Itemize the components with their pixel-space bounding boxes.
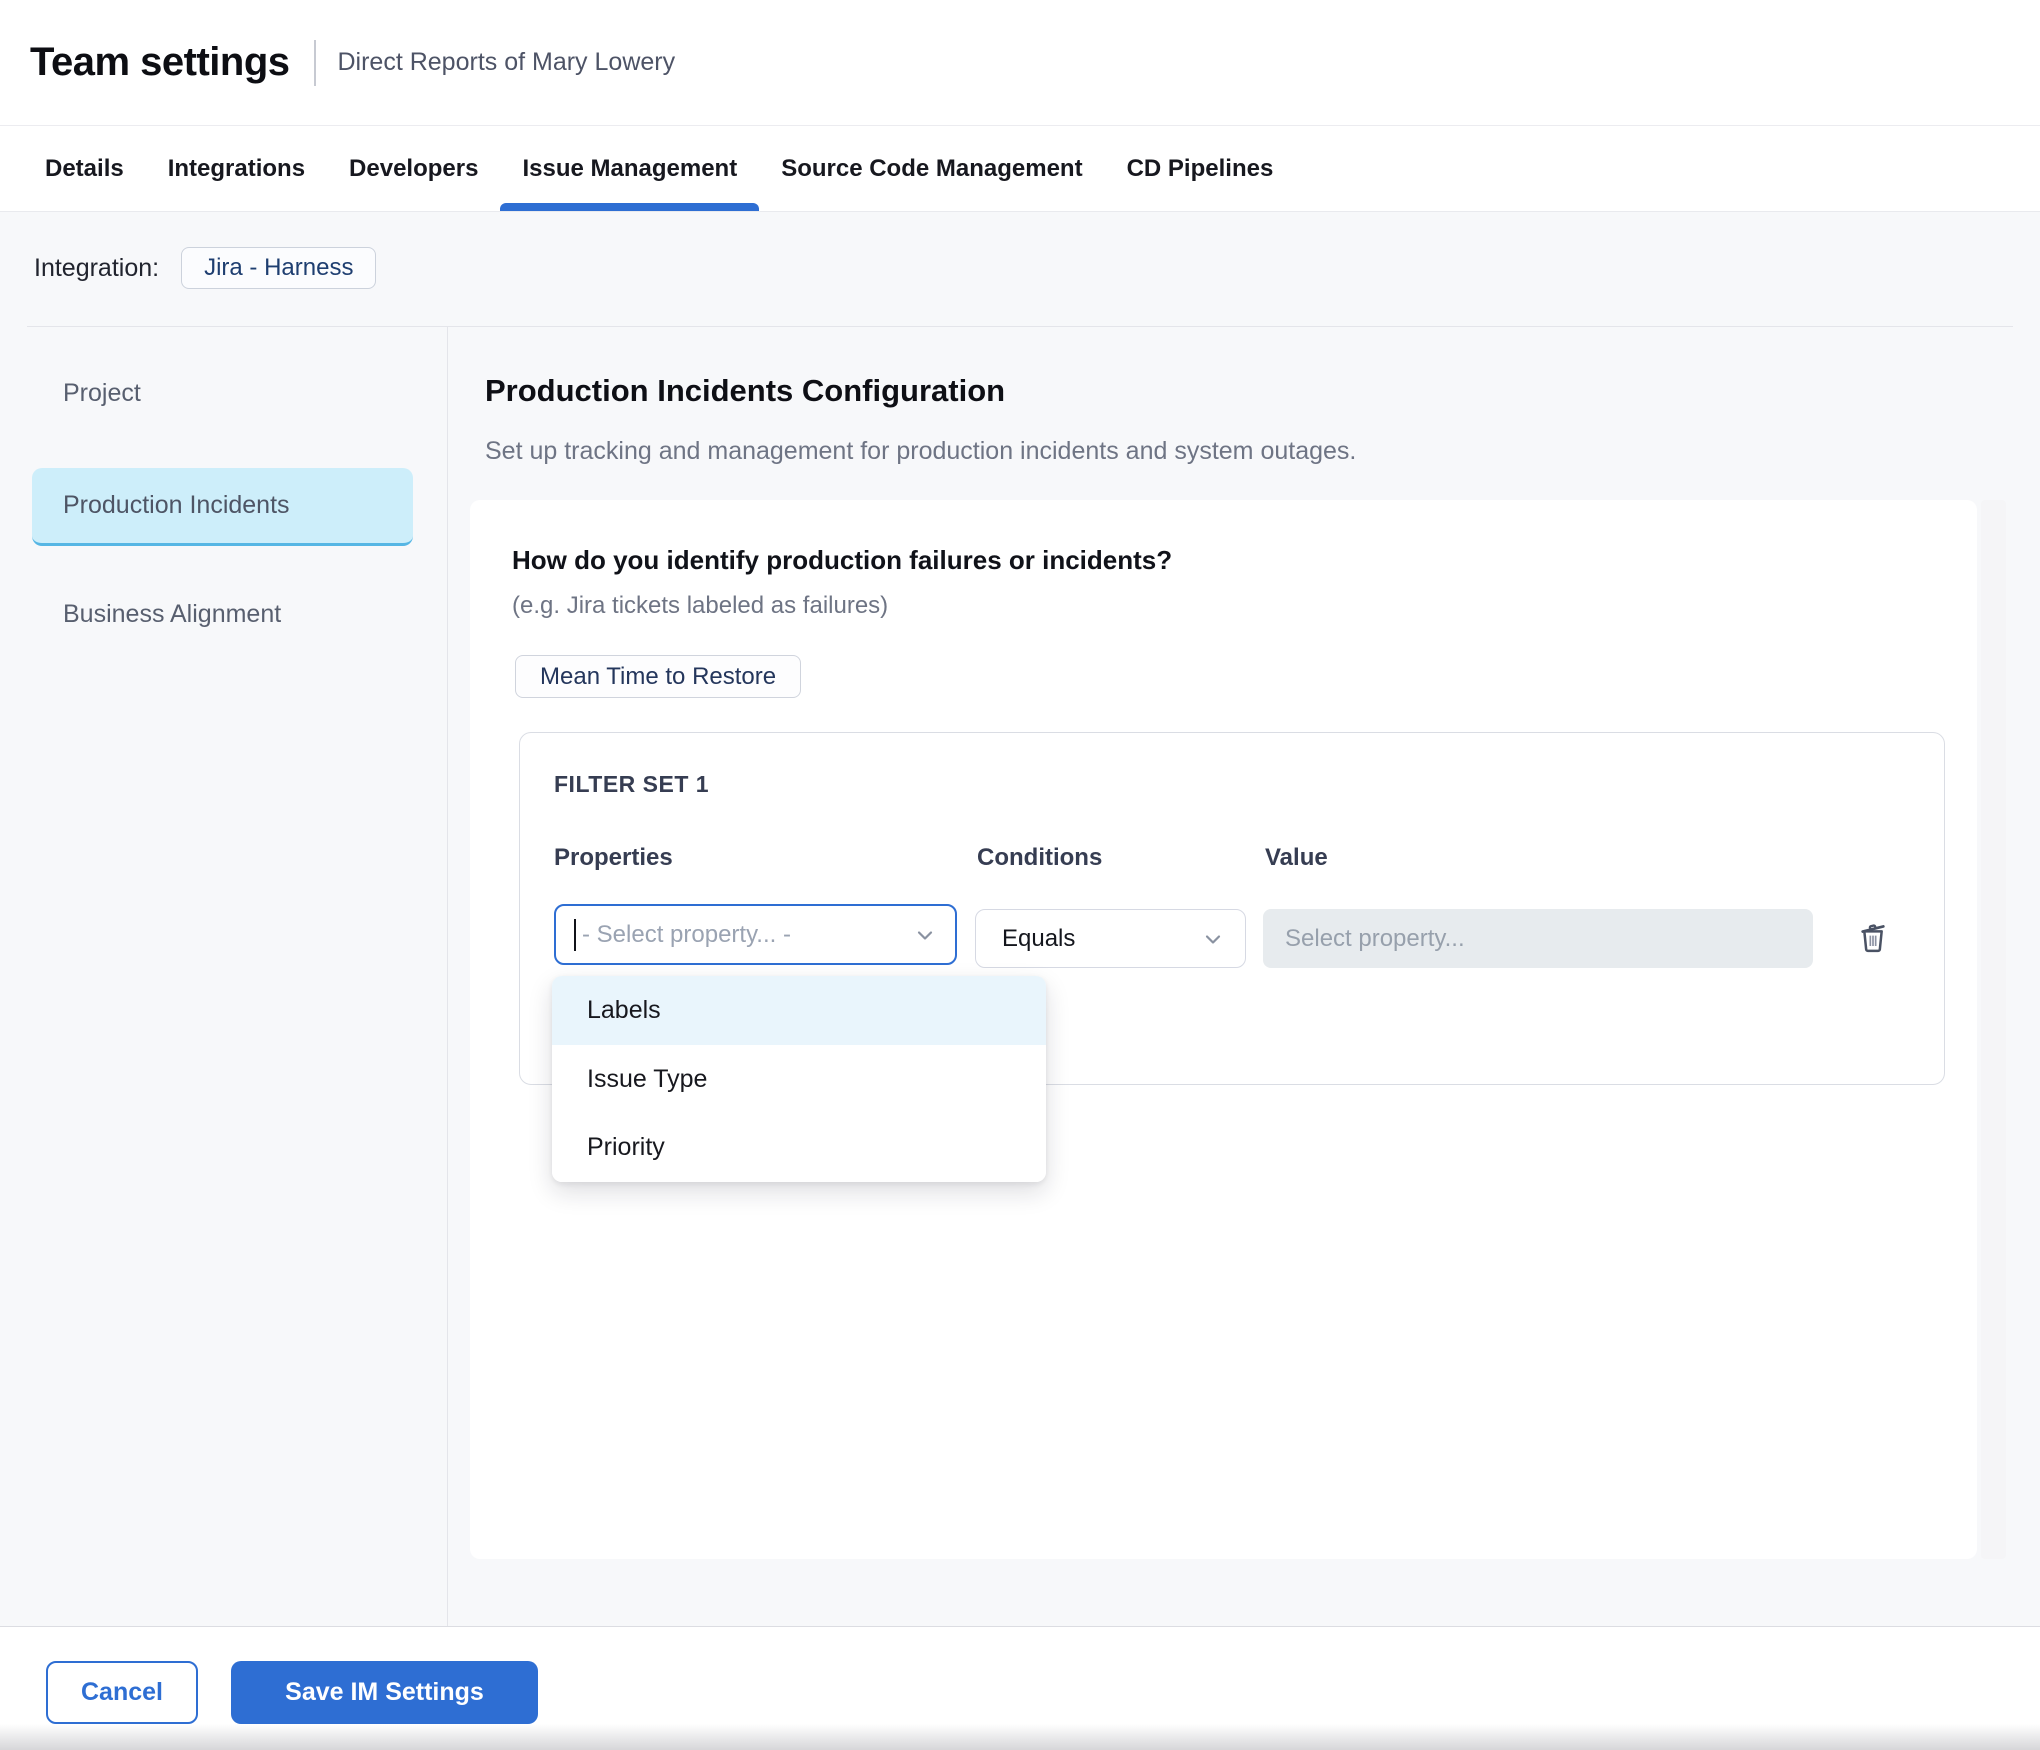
tab-details[interactable]: Details [23, 126, 146, 211]
chevron-down-icon [1201, 927, 1225, 951]
cancel-button[interactable]: Cancel [46, 1661, 198, 1724]
page-header: Team settings Direct Reports of Mary Low… [0, 0, 2040, 126]
sidebar-item-project[interactable]: Project [63, 379, 141, 408]
conditions-select[interactable]: Equals [975, 909, 1246, 968]
properties-column-label: Properties [554, 844, 673, 872]
tab-developers-label: Developers [349, 155, 478, 183]
section-divider [27, 326, 2013, 327]
team-settings-page: Team settings Direct Reports of Mary Low… [0, 0, 2040, 1750]
tab-cd-pipelines-label: CD Pipelines [1127, 155, 1274, 183]
sidebar-item-label: Production Incidents [63, 491, 290, 520]
save-im-settings-button[interactable]: Save IM Settings [231, 1661, 538, 1724]
value-column-label: Value [1265, 844, 1328, 872]
settings-tab-bar: Details Integrations Developers Issue Ma… [0, 126, 2040, 212]
tab-issue-management-label: Issue Management [522, 155, 737, 183]
settings-content: Integration: Jira - Harness Project Prod… [0, 212, 2040, 1626]
properties-select[interactable]: - Select property... - [554, 904, 957, 965]
tab-source-code-management-label: Source Code Management [781, 155, 1082, 183]
chevron-down-icon [913, 923, 937, 947]
tab-developers[interactable]: Developers [327, 126, 500, 211]
sidebar-item-business-alignment[interactable]: Business Alignment [63, 600, 281, 629]
mean-time-to-restore-chip[interactable]: Mean Time to Restore [515, 655, 801, 698]
config-question-hint: (e.g. Jira tickets labeled as failures) [512, 592, 888, 620]
tab-cd-pipelines[interactable]: CD Pipelines [1105, 126, 1296, 211]
integration-row: Integration: Jira - Harness [34, 240, 376, 296]
section-title: Production Incidents Configuration [485, 373, 1005, 409]
incidents-config-card: How do you identify production failures … [470, 500, 1977, 1559]
action-footer: Cancel Save IM Settings [0, 1626, 2040, 1750]
team-name-subtitle: Direct Reports of Mary Lowery [338, 48, 676, 77]
tab-issue-management[interactable]: Issue Management [500, 126, 759, 211]
title-divider [314, 40, 316, 86]
integration-chip[interactable]: Jira - Harness [181, 247, 376, 289]
dropdown-option-priority[interactable]: Priority [552, 1113, 1046, 1182]
integration-label: Integration: [34, 254, 159, 283]
tab-details-label: Details [45, 155, 124, 183]
filter-set-title: FILTER SET 1 [554, 771, 709, 798]
tab-source-code-management[interactable]: Source Code Management [759, 126, 1104, 211]
dropdown-option-labels[interactable]: Labels [552, 976, 1046, 1045]
tab-integrations[interactable]: Integrations [146, 126, 327, 211]
delete-filter-button[interactable] [1849, 911, 1897, 959]
conditions-column-label: Conditions [977, 844, 1102, 872]
text-cursor [574, 919, 576, 951]
filter-set-card: FILTER SET 1 Properties Conditions Value… [519, 732, 1945, 1085]
card-scrollbar[interactable] [1981, 500, 2006, 1559]
sidebar-divider [447, 327, 448, 1626]
properties-dropdown-menu: Labels Issue Type Priority [552, 976, 1046, 1182]
sidebar-item-production-incidents[interactable]: Production Incidents [32, 468, 413, 546]
dropdown-option-issue-type[interactable]: Issue Type [552, 1045, 1046, 1114]
active-tab-indicator [500, 203, 759, 211]
value-input[interactable] [1263, 909, 1813, 968]
tab-integrations-label: Integrations [168, 155, 305, 183]
section-subtitle: Set up tracking and management for produ… [485, 437, 1356, 466]
page-title: Team settings [30, 40, 290, 85]
config-question: How do you identify production failures … [512, 545, 1172, 576]
properties-placeholder: - Select property... - [582, 921, 913, 949]
trash-icon [1853, 915, 1893, 955]
conditions-selected-value: Equals [1002, 925, 1201, 953]
